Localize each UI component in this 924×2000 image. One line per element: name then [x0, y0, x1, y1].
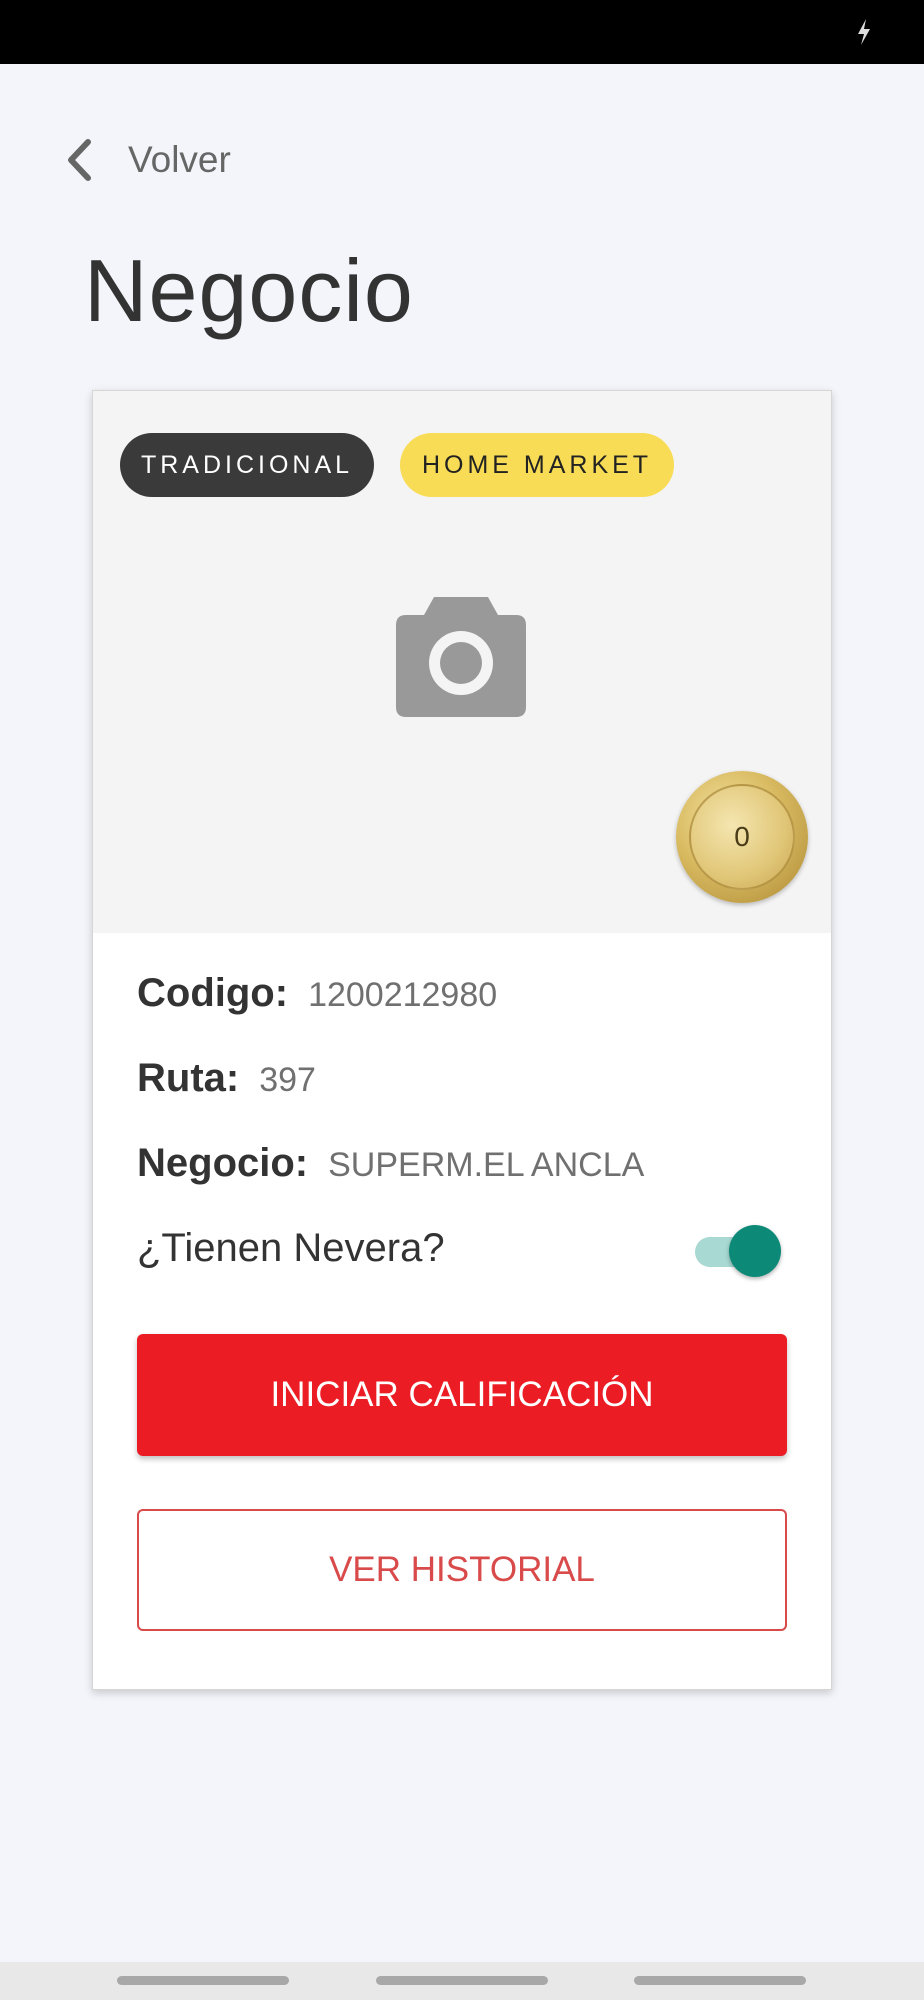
page-title: Negocio — [84, 241, 414, 340]
system-nav-bar — [0, 1962, 924, 2000]
back-button[interactable]: Volver — [64, 132, 231, 188]
view-history-button[interactable]: VER HISTORIAL — [137, 1509, 787, 1631]
nav-back-pill[interactable] — [117, 1976, 289, 1985]
codigo-label: Codigo: — [137, 971, 289, 1015]
status-bar — [0, 0, 924, 64]
negocio-value: SUPERM.EL ANCLA — [328, 1146, 645, 1184]
negocio-label: Negocio: — [137, 1141, 309, 1185]
ruta-row: Ruta: 397 — [137, 1056, 316, 1101]
back-label: Volver — [128, 139, 231, 180]
business-card: TRADICIONAL HOME MARKET 0 Codigo: 120021… — [92, 390, 832, 1690]
tag-home-market: HOME MARKET — [400, 433, 674, 497]
coin-value: 0 — [734, 821, 750, 852]
toggle-thumb — [729, 1225, 781, 1277]
coin-badge: 0 — [676, 771, 808, 903]
nevera-label: ¿Tienen Nevera? — [137, 1226, 445, 1270]
camera-icon[interactable] — [394, 593, 528, 719]
start-rating-button[interactable]: INICIAR CALIFICACIÓN — [137, 1334, 787, 1456]
chevron-left-icon — [68, 139, 91, 181]
charging-bolt-icon — [858, 19, 870, 45]
codigo-row: Codigo: 1200212980 — [137, 971, 497, 1016]
nav-home-pill[interactable] — [376, 1976, 548, 1985]
ruta-value: 397 — [259, 1061, 316, 1099]
nevera-toggle[interactable] — [693, 1223, 783, 1279]
business-photo-area[interactable]: TRADICIONAL HOME MARKET 0 — [93, 391, 831, 933]
tag-tradicional: TRADICIONAL — [120, 433, 374, 497]
ruta-label: Ruta: — [137, 1056, 240, 1100]
nav-recents-pill[interactable] — [634, 1976, 806, 1985]
negocio-row: Negocio: SUPERM.EL ANCLA — [137, 1141, 644, 1186]
codigo-value: 1200212980 — [308, 976, 498, 1014]
